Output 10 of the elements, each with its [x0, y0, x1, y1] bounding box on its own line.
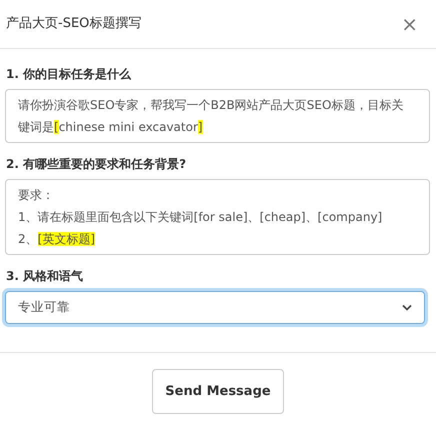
question-label: 1. 你的目标任务是什么	[6, 66, 132, 83]
answer-box[interactable]: 要求： 1、请在标题里面包含以下关键词[for sale]、[cheap]、[company] 2、[英文标题]	[5, 179, 430, 255]
select-dropdown[interactable]: 专业可靠	[5, 291, 425, 324]
question-label: 2. 有哪些重要的要求和任务背景?	[6, 156, 188, 173]
dialog-title: 产品大页-SEO标题撰写	[6, 15, 142, 34]
answer-box[interactable]: 请你扮演谷歌SEO专家，帮我写一个B2B网站产品大页SEO标题，目标关键词是[chinese mini excavator]	[5, 89, 430, 143]
question-label: 3. 风格和语气	[6, 268, 84, 285]
chevron-down-icon	[402, 304, 412, 311]
close-button[interactable]: ×	[397, 14, 422, 34]
send-message-button[interactable]: Send Message	[152, 368, 284, 414]
